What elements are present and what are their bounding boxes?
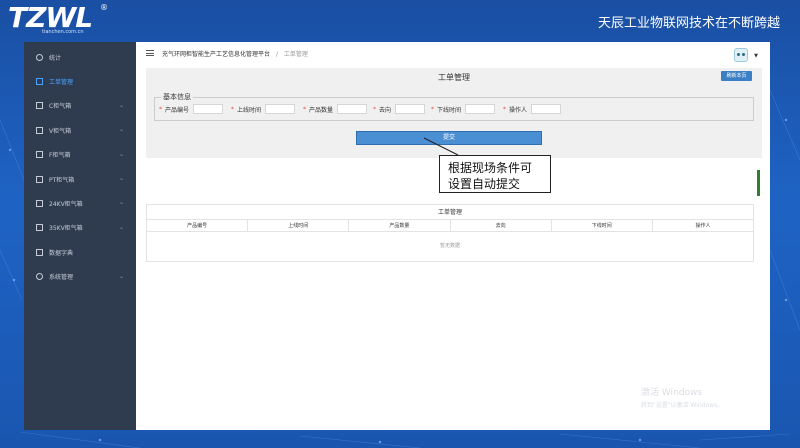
- sidebar-item-label: 系统管理: [49, 274, 74, 282]
- company-slogan: 天辰工业物联网技术在不断跨越: [597, 16, 780, 31]
- field-destination: * 去向: [373, 104, 426, 114]
- sidebar-item-stats[interactable]: 统计: [24, 45, 136, 69]
- box-icon: [36, 151, 43, 159]
- top-banner: TZWL tianchen.com.cn ® 天辰工业物联网技术在不断跨越: [0, 0, 800, 40]
- box-icon: [36, 102, 43, 110]
- sidebar-item-v-cabinet[interactable]: V柜气箱 ⌄: [24, 118, 136, 142]
- submit-button[interactable]: 提交: [356, 131, 542, 145]
- column-header[interactable]: 产品数量: [349, 220, 451, 231]
- sidebar-item-pt-cabinet[interactable]: PT柜气箱 ⌄: [24, 167, 136, 191]
- sidebar: 统计 工单管理 C柜气箱 ⌄ V柜气箱 ⌄ F柜气箱 ⌄ PT柜气箱 ⌄ 24K…: [24, 42, 136, 430]
- gear-icon: [36, 273, 43, 281]
- chevron-down-icon: ⌄: [118, 174, 124, 182]
- sidebar-item-label: F柜气箱: [49, 152, 71, 160]
- field-online-time: * 上线时间: [231, 104, 296, 114]
- dict-icon: [36, 248, 43, 256]
- caret-down-icon[interactable]: ▼: [754, 53, 758, 59]
- box-icon: [36, 126, 43, 134]
- sidebar-item-c-cabinet[interactable]: C柜气箱 ⌄: [24, 94, 136, 118]
- avatar[interactable]: [734, 48, 748, 62]
- box-icon: [36, 224, 43, 232]
- column-header[interactable]: 上线时间: [248, 220, 350, 231]
- field-offline-time: * 下线时间: [431, 104, 496, 114]
- product-id-input[interactable]: [193, 104, 224, 114]
- breadcrumb-current: 工单管理: [283, 50, 308, 58]
- sidebar-item-label: PT柜气箱: [49, 176, 75, 184]
- callout-line-1: 根据现场条件可: [448, 161, 533, 175]
- work-order-form-panel: 工单管理 刷新本页 基本信息 * 产品编号 * 上线时间 * 产品数量 * 去向…: [146, 68, 762, 158]
- column-header[interactable]: 去向: [451, 220, 552, 231]
- basic-info-fieldset: 基本信息 * 产品编号 * 上线时间 * 产品数量 * 去向 * 下线时间 * …: [154, 92, 754, 121]
- sidebar-item-35kv-cabinet[interactable]: 35KV柜气箱 ⌄: [24, 216, 136, 240]
- product-quantity-input[interactable]: [337, 104, 368, 114]
- top-bar: 充气环网柜智能生产工艺信息化管理平台 / 工单管理 ▼: [136, 42, 770, 64]
- offline-time-input[interactable]: [465, 104, 496, 114]
- sidebar-item-work-orders[interactable]: 工单管理: [24, 69, 136, 93]
- sidebar-item-label: 工单管理: [49, 79, 74, 87]
- chevron-down-icon: ⌄: [118, 223, 124, 231]
- chevron-down-icon: ⌄: [118, 101, 124, 109]
- sidebar-item-label: 统计: [49, 54, 62, 62]
- breadcrumb-separator: /: [275, 50, 278, 58]
- sidebar-item-label: 35KV柜气箱: [49, 225, 83, 233]
- breadcrumb: 充气环网柜智能生产工艺信息化管理平台 / 工单管理: [162, 49, 308, 58]
- box-icon: [36, 175, 43, 183]
- column-header[interactable]: 下线时间: [552, 220, 653, 231]
- callout-line-2: 设置自动提交: [448, 177, 521, 191]
- main-content: 充气环网柜智能生产工艺信息化管理平台 / 工单管理 ▼ 工单管理 刷新本页 基本…: [136, 42, 770, 430]
- file-icon: [36, 78, 43, 86]
- windows-activation-watermark: 激活 Windows 转到"设置"以激活 Windows。: [641, 388, 724, 409]
- fieldset-legend: 基本信息: [161, 92, 193, 102]
- work-order-table: 工单管理 产品编号 上线时间 产品数量 去向 下线时间 操作人 暂无数据: [146, 204, 754, 262]
- sidebar-item-data-dictionary[interactable]: 数据字典: [24, 240, 136, 264]
- operator-input[interactable]: [531, 104, 562, 114]
- chevron-down-icon: ⌄: [118, 272, 124, 280]
- sidebar-item-label: 24KV柜气箱: [49, 201, 83, 209]
- field-product-id: * 产品编号: [159, 104, 224, 114]
- sidebar-item-label: C柜气箱: [49, 103, 72, 111]
- annotation-callout: 根据现场条件可 设置自动提交: [439, 155, 551, 193]
- column-header[interactable]: 产品编号: [147, 220, 249, 231]
- sidebar-item-label: V柜气箱: [49, 127, 72, 135]
- home-icon: [36, 53, 43, 61]
- table-title: 工单管理: [147, 205, 753, 220]
- sidebar-item-system-management[interactable]: 系统管理 ⌄: [24, 265, 136, 289]
- sidebar-item-f-cabinet[interactable]: F柜气箱 ⌄: [24, 143, 136, 167]
- online-time-input[interactable]: [265, 104, 296, 114]
- chevron-down-icon: ⌄: [118, 150, 124, 158]
- field-product-quantity: * 产品数量: [303, 104, 368, 114]
- field-operator: * 操作人: [503, 104, 562, 114]
- column-header[interactable]: 操作人: [653, 220, 753, 231]
- table-empty-message: 暂无数据: [439, 243, 460, 249]
- table-header: 产品编号 上线时间 产品数量 去向 下线时间 操作人: [147, 220, 753, 232]
- page-title: 工单管理: [438, 73, 470, 82]
- breadcrumb-root[interactable]: 充气环网柜智能生产工艺信息化管理平台: [162, 51, 270, 58]
- app-window: 统计 工单管理 C柜气箱 ⌄ V柜气箱 ⌄ F柜气箱 ⌄ PT柜气箱 ⌄ 24K…: [24, 42, 770, 430]
- chevron-down-icon: ⌄: [118, 126, 124, 134]
- refresh-page-button[interactable]: 刷新本页: [721, 71, 752, 81]
- sidebar-item-24kv-cabinet[interactable]: 24KV柜气箱 ⌄: [24, 191, 136, 215]
- destination-input[interactable]: [395, 104, 426, 114]
- menu-toggle-icon[interactable]: [146, 50, 154, 56]
- company-logo: TZWL tianchen.com.cn ®: [8, 1, 108, 35]
- scrollbar[interactable]: [757, 170, 760, 196]
- box-icon: [36, 200, 43, 208]
- sidebar-item-label: 数据字典: [49, 249, 74, 257]
- chevron-down-icon: ⌄: [118, 199, 124, 207]
